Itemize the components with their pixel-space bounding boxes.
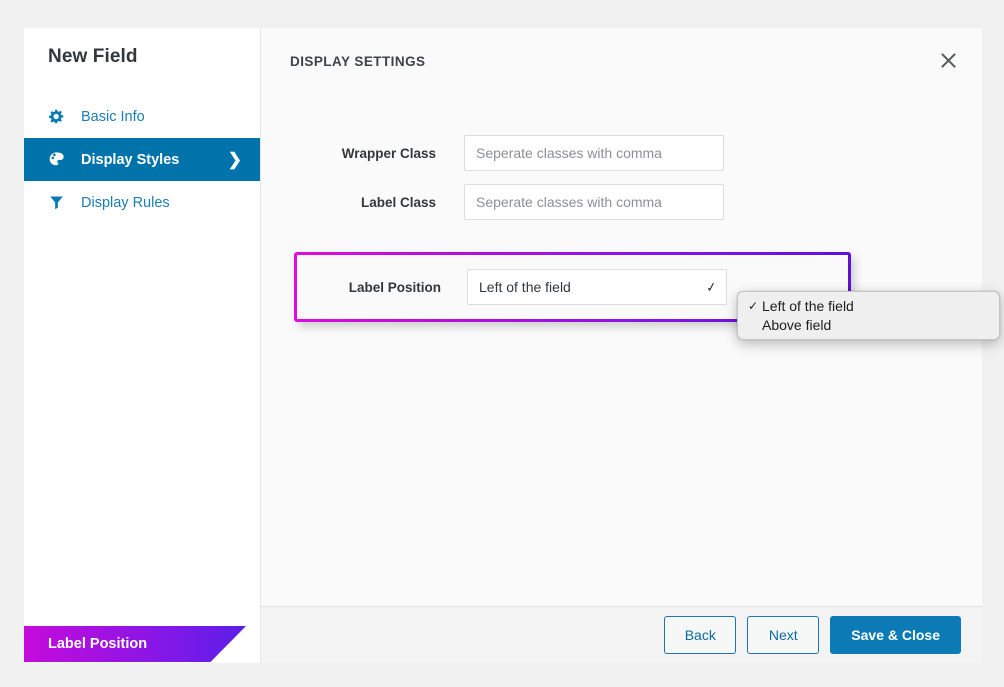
page-title: New Field: [24, 28, 260, 68]
dropdown-option-label: Left of the field: [762, 298, 989, 314]
check-icon: ✓: [748, 299, 762, 313]
label-position-label: Label Position: [297, 280, 467, 295]
close-button[interactable]: [932, 44, 964, 76]
form-area: Wrapper Class Label Class Label Position…: [261, 90, 982, 606]
chevron-right-icon: ❯: [228, 151, 242, 168]
label-position-value: Left of the field: [479, 279, 571, 295]
label-position-control: Left of the field ✓: [467, 269, 727, 305]
main-header: DISPLAY SETTINGS: [261, 28, 982, 90]
sidebar-nav: Basic Info Display Styles ❯ Display Rule…: [24, 95, 260, 224]
label-position-select[interactable]: Left of the field ✓: [467, 269, 727, 305]
close-icon: [940, 52, 957, 69]
ribbon-label: Label Position: [24, 636, 147, 652]
label-class-label: Label Class: [261, 195, 464, 210]
save-and-close-button[interactable]: Save & Close: [830, 616, 961, 654]
sidebar-item-label: Basic Info: [81, 109, 242, 125]
sidebar-item-basic-info[interactable]: Basic Info: [24, 95, 260, 138]
label-class-control: [464, 184, 724, 220]
label-position-dropdown[interactable]: ✓ Left of the field Above field: [737, 291, 1000, 340]
back-button[interactable]: Back: [664, 616, 736, 654]
palette-icon: [48, 151, 70, 168]
new-field-modal: New Field Basic Info Display Styles ❯: [24, 28, 982, 663]
check-icon: ✓: [705, 280, 718, 294]
dropdown-option-left-of-the-field[interactable]: ✓ Left of the field: [738, 296, 999, 315]
sidebar-item-label: Display Rules: [81, 195, 242, 211]
gear-icon: [48, 108, 70, 125]
label-class-input[interactable]: [464, 184, 724, 220]
form-row-label-class: Label Class: [261, 184, 982, 220]
form-row-wrapper-class: Wrapper Class: [261, 135, 982, 171]
sidebar: New Field Basic Info Display Styles ❯: [24, 28, 261, 663]
label-position-ribbon: Label Position: [24, 626, 246, 662]
dropdown-option-above-field[interactable]: Above field: [738, 315, 999, 334]
wrapper-class-label: Wrapper Class: [261, 146, 464, 161]
sidebar-item-display-styles[interactable]: Display Styles ❯: [24, 138, 260, 181]
dropdown-option-label: Above field: [762, 317, 989, 333]
sidebar-item-display-rules[interactable]: Display Rules: [24, 181, 260, 224]
funnel-icon: [48, 194, 70, 211]
wrapper-class-control: [464, 135, 724, 171]
modal-footer: Back Next Save & Close: [261, 606, 982, 663]
sidebar-item-label: Display Styles: [81, 152, 228, 168]
section-title: DISPLAY SETTINGS: [290, 54, 425, 69]
wrapper-class-input[interactable]: [464, 135, 724, 171]
main-panel: DISPLAY SETTINGS Wrapper Class Label Cla…: [261, 28, 982, 663]
next-button[interactable]: Next: [747, 616, 819, 654]
